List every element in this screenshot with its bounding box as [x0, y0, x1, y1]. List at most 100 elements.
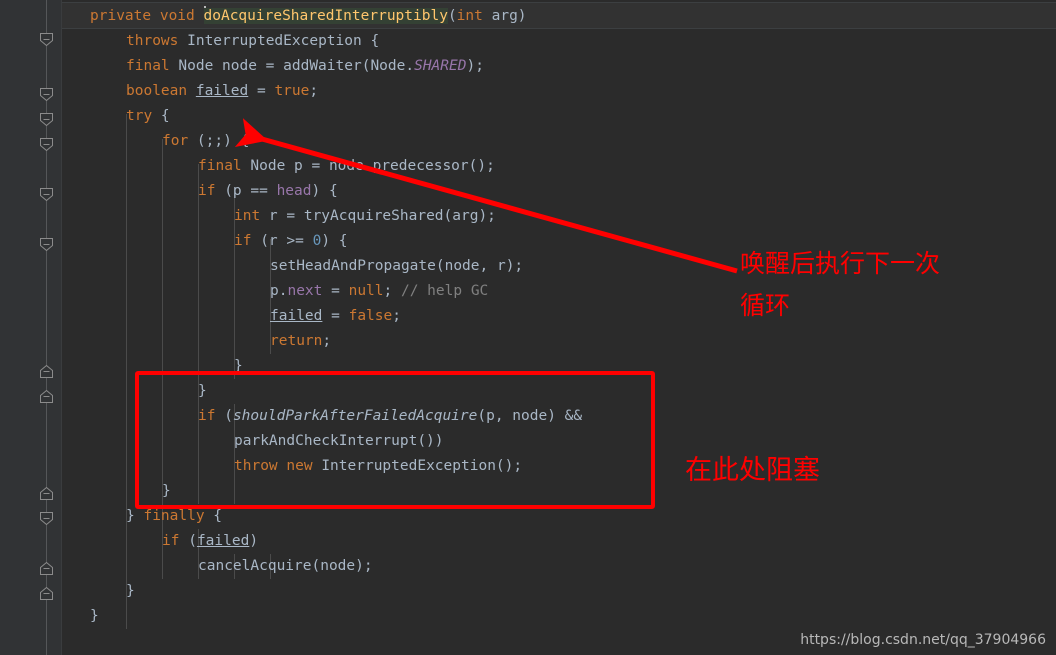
code-token: ); [466, 58, 484, 74]
code-token-kw: false [348, 308, 393, 324]
code-token: ( [179, 533, 197, 549]
code-token-kw: int [234, 208, 261, 224]
source-code[interactable]: private void doAcquireSharedInterruptibl… [62, 0, 1056, 629]
code-token-und: failed [196, 533, 250, 549]
fold-collapse-icon[interactable] [40, 138, 53, 151]
code-line[interactable]: } [62, 479, 1056, 504]
fold-expand-icon[interactable] [40, 587, 53, 600]
code-line[interactable]: boolean failed = true; [62, 79, 1056, 104]
code-token: arg) [482, 8, 527, 24]
code-line[interactable]: throw new InterruptedException(); [62, 454, 1056, 479]
code-token: cancelAcquire(node); [198, 558, 373, 574]
code-line[interactable]: final Node p = node.predecessor(); [62, 154, 1056, 179]
code-token-kw: if [234, 233, 252, 249]
code-line[interactable]: private void doAcquireSharedInterruptibl… [62, 4, 1056, 29]
code-line[interactable]: } [62, 354, 1056, 379]
code-token: = [322, 308, 349, 324]
code-token: ; [383, 283, 401, 299]
code-token: ; [309, 83, 319, 99]
code-token: = [248, 83, 275, 99]
code-token-mthi: shouldParkAfterFailedAcquire [232, 408, 478, 424]
code-token: Node p = node.predecessor(); [241, 158, 495, 174]
fold-collapse-icon[interactable] [40, 113, 53, 126]
code-token-kw: new [286, 458, 313, 474]
code-token: { [152, 108, 170, 124]
code-token-num: 0 [312, 233, 322, 249]
code-token-stat: SHARED [414, 58, 467, 74]
code-line[interactable]: try { [62, 104, 1056, 129]
code-token-kw: if [162, 533, 180, 549]
code-token: (r >= [251, 233, 313, 249]
code-token: } [234, 358, 243, 374]
code-line[interactable]: final Node node = addWaiter(Node.SHARED)… [62, 54, 1056, 79]
code-token: parkAndCheckInterrupt()) [234, 433, 444, 449]
code-token-fld: next [287, 283, 323, 299]
fold-collapse-icon[interactable] [40, 88, 53, 101]
code-token: } [162, 483, 171, 499]
code-line[interactable]: } [62, 604, 1056, 629]
code-token: Node node = addWaiter(Node. [169, 58, 415, 74]
code-token-und: failed [270, 308, 323, 324]
code-token: (p == [215, 183, 277, 199]
code-line[interactable]: return; [62, 329, 1056, 354]
code-token-fld: head [276, 183, 312, 199]
code-token: InterruptedException(); [312, 458, 523, 474]
code-token: ; [322, 333, 332, 349]
code-line[interactable]: failed = false; [62, 304, 1056, 329]
code-token-kw: null [348, 283, 384, 299]
code-line[interactable]: if (failed) [62, 529, 1056, 554]
code-token-kw: if [198, 183, 216, 199]
fold-collapse-icon[interactable] [40, 188, 53, 201]
code-token: r = tryAcquireShared(arg); [260, 208, 496, 224]
code-line[interactable]: cancelAcquire(node); [62, 554, 1056, 579]
code-token: (p, node) && [477, 408, 583, 424]
code-token: ; [392, 308, 401, 324]
code-token-kw: final [198, 158, 242, 174]
fold-collapse-icon[interactable] [40, 512, 53, 525]
code-line[interactable]: if (r >= 0) { [62, 229, 1056, 254]
code-token: ( [447, 8, 457, 24]
code-token: (;;) { [188, 133, 250, 149]
code-token-kw: throws [126, 33, 179, 49]
code-token-kw: return [270, 333, 323, 349]
code-line[interactable]: int r = tryAcquireShared(arg); [62, 204, 1056, 229]
code-token: p. [270, 283, 288, 299]
code-line[interactable]: p.next = null; // help GC [62, 279, 1056, 304]
code-token-kw: void [159, 8, 195, 24]
fold-expand-icon[interactable] [40, 365, 53, 378]
code-line[interactable]: } [62, 579, 1056, 604]
code-token: ( [215, 408, 233, 424]
code-line[interactable]: setHeadAndPropagate(node, r); [62, 254, 1056, 279]
fold-collapse-icon[interactable] [40, 33, 53, 46]
fold-expand-icon[interactable] [40, 390, 53, 403]
code-line[interactable]: if (p == head) { [62, 179, 1056, 204]
code-token-kw: if [198, 408, 216, 424]
fold-expand-icon[interactable] [40, 562, 53, 575]
code-token-kw: private [90, 8, 152, 24]
code-line[interactable]: throws InterruptedException { [62, 29, 1056, 54]
code-token-kw: true [274, 83, 310, 99]
code-line[interactable]: parkAndCheckInterrupt()) [62, 429, 1056, 454]
code-token-cmt: // help GC [400, 283, 489, 299]
code-token: } [198, 383, 207, 399]
code-token-kw: try [126, 108, 153, 124]
code-token: { [204, 508, 223, 524]
editor-area[interactable]: private void doAcquireSharedInterruptibl… [62, 0, 1056, 655]
fold-collapse-icon[interactable] [40, 238, 53, 251]
fold-expand-icon[interactable] [40, 487, 53, 500]
code-line[interactable]: } finally { [62, 504, 1056, 529]
code-token: ) { [321, 233, 348, 249]
code-token-kw: throw [234, 458, 278, 474]
code-token-kw: final [126, 58, 170, 74]
code-token: ) [249, 533, 259, 549]
code-line[interactable]: } [62, 379, 1056, 404]
code-token-und: failed [195, 83, 249, 99]
code-token: = [322, 283, 349, 299]
code-line[interactable]: if (shouldParkAfterFailedAcquire(p, node… [62, 404, 1056, 429]
code-token-kw: finally [143, 508, 205, 524]
code-line[interactable]: for (;;) { [62, 129, 1056, 154]
code-token: } [126, 583, 135, 599]
